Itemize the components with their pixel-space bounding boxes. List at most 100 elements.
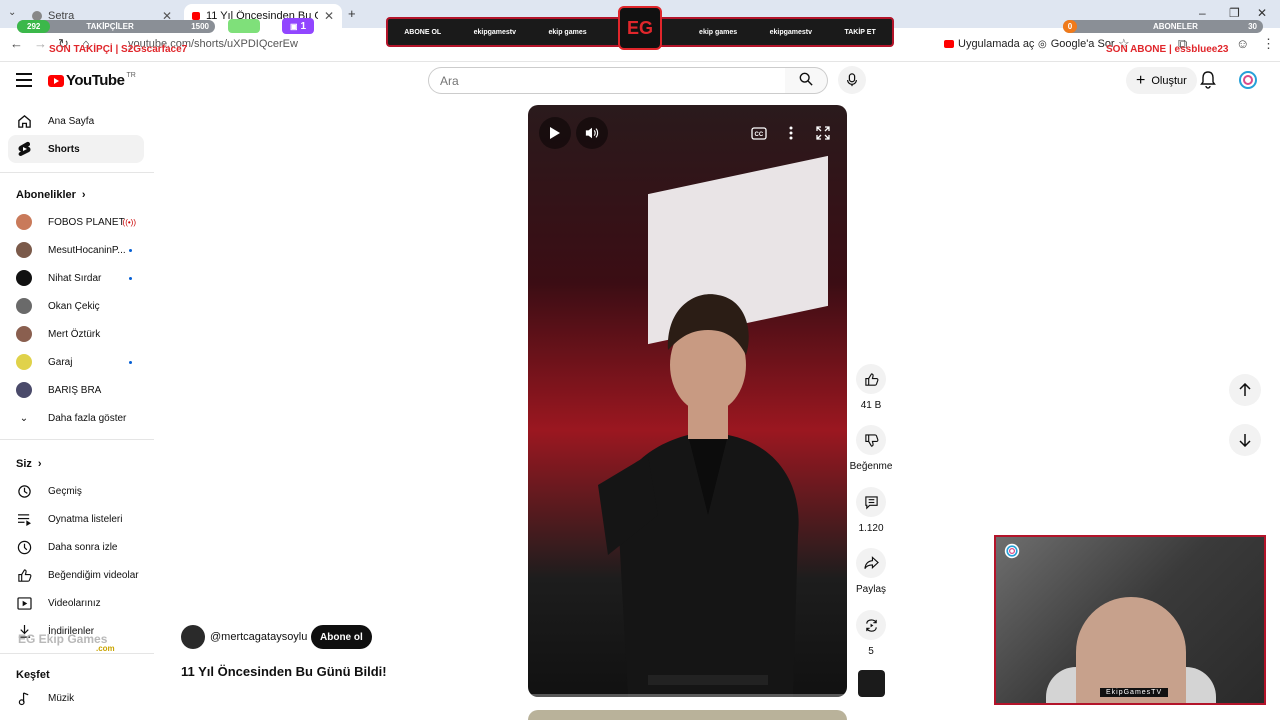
- previous-short-button[interactable]: [1229, 374, 1261, 406]
- sidebar-item-subscription[interactable]: Mert Öztürk: [8, 320, 144, 348]
- back-icon[interactable]: ←: [10, 36, 23, 51]
- create-button[interactable]: + Oluştur: [1126, 67, 1197, 94]
- subscribe-button[interactable]: Abone ol: [311, 625, 372, 649]
- like-button[interactable]: 41 B: [851, 364, 891, 411]
- play-button[interactable]: [539, 117, 571, 149]
- like-circle: [856, 364, 886, 394]
- channel-avatar[interactable]: [181, 625, 205, 649]
- search-input[interactable]: [428, 67, 786, 94]
- subs-current: 0: [1063, 20, 1077, 33]
- sidebar-item-music[interactable]: Müzik: [8, 684, 144, 712]
- more-vert-icon: [789, 126, 793, 140]
- subs-goal-bar: 0 ABONELER 30: [1063, 20, 1263, 33]
- youtube-logo[interactable]: YouTube TR: [48, 72, 136, 89]
- chat-badge: [228, 19, 260, 33]
- profile-icon[interactable]: ☺: [1236, 36, 1249, 51]
- hamburger-menu-icon[interactable]: [16, 73, 32, 87]
- next-short-preview[interactable]: [528, 710, 847, 720]
- chevron-down-icon: ⌄: [19, 412, 29, 424]
- home-icon: [16, 113, 32, 129]
- sound-source-thumbnail[interactable]: [858, 670, 885, 697]
- new-tab-icon[interactable]: +: [348, 6, 356, 21]
- forward-icon[interactable]: →: [34, 36, 47, 51]
- last-follower: SON TAKİPÇİ | S2Gscarface7: [49, 44, 188, 55]
- webcam-channel-label: EkipGamesTV: [1100, 688, 1169, 697]
- subscriptions-header[interactable]: Abonelikler ›: [16, 189, 86, 201]
- sidebar-item-history[interactable]: Geçmiş: [8, 477, 144, 505]
- remix-icon: [865, 618, 877, 632]
- section-title: Keşfet: [16, 669, 50, 681]
- next-short-button[interactable]: [1229, 424, 1261, 456]
- search-icon: [799, 72, 813, 86]
- show-more-label: Daha fazla göster: [48, 412, 127, 424]
- restore-icon[interactable]: ❐: [1229, 6, 1240, 20]
- site-watermark: EG Ekip Games .com: [18, 632, 115, 653]
- new-content-dot: [129, 248, 132, 252]
- like-count: 41 B: [860, 400, 882, 411]
- sidebar-item-shorts[interactable]: Shorts: [8, 135, 144, 163]
- sidebar-item-subscription[interactable]: BARIŞ BRA: [8, 376, 144, 404]
- volume-icon: [585, 127, 599, 139]
- captions-button[interactable]: CC: [750, 125, 768, 141]
- sidebar-item-label: Nihat Sırdar: [48, 272, 102, 284]
- open-in-app-button[interactable]: Uygulamada aç: [944, 38, 1034, 50]
- sidebar-item-subscription[interactable]: Nihat Sırdar: [8, 264, 144, 292]
- short-title[interactable]: 11 Yıl Öncesinden Bu Günü Bildi!: [181, 664, 387, 679]
- fullscreen-button[interactable]: [815, 125, 831, 141]
- dislike-button[interactable]: Beğenme: [846, 425, 896, 472]
- account-avatar-icon[interactable]: [1238, 70, 1258, 90]
- chevron-right-icon: ›: [37, 458, 42, 470]
- sidebar-item-subscription[interactable]: MesutHocaninP...: [8, 236, 144, 264]
- explore-header: Keşfet: [16, 669, 50, 681]
- short-video-player[interactable]: CC: [528, 105, 847, 697]
- like-icon: [16, 567, 32, 583]
- channel-avatar: [16, 382, 32, 398]
- sidebar-item-subscription[interactable]: Okan Çekiç: [8, 292, 144, 320]
- channel-avatar: [16, 242, 32, 258]
- sidebar: Ana Sayfa Shorts Abonelikler › FOBOS PLA…: [0, 106, 154, 720]
- share-button[interactable]: Paylaş: [851, 548, 891, 595]
- comments-button[interactable]: 1.120: [851, 487, 891, 534]
- logo-text: EG: [626, 17, 653, 38]
- close-window-icon[interactable]: ✕: [1257, 6, 1267, 20]
- arrow-down-icon: [1239, 434, 1251, 447]
- country-code: TR: [126, 72, 136, 79]
- live-icon: ((•)): [122, 217, 136, 227]
- voice-search-button[interactable]: [838, 66, 866, 94]
- sidebar-item-label: Oynatma listeleri: [48, 513, 123, 525]
- youtube-wordmark: YouTube: [66, 72, 125, 89]
- more-options-button[interactable]: [783, 125, 799, 141]
- sidebar-item-liked-videos[interactable]: Beğendiğim videolar: [8, 561, 144, 589]
- streamer-webcam: [994, 535, 1266, 705]
- sidebar-item-subscription[interactable]: FOBOS PLANET ((•)): [8, 208, 144, 236]
- channel-avatar: [16, 354, 32, 370]
- you-header[interactable]: Siz ›: [16, 458, 42, 470]
- banner-item: ekipgamestv: [473, 28, 517, 36]
- browser-menu-icon[interactable]: ⋮: [1262, 36, 1275, 52]
- minimize-icon[interactable]: –: [1199, 6, 1206, 20]
- remix-button[interactable]: 5: [851, 610, 891, 657]
- tab-search-chevron-icon[interactable]: ⌄: [8, 7, 16, 18]
- sidebar-item-watch-later[interactable]: Daha sonra izle: [8, 533, 144, 561]
- video-frame-person: [598, 294, 799, 697]
- watermark-text: EG Ekip Games: [18, 632, 108, 646]
- sidebar-item-subscription[interactable]: Garaj: [8, 348, 144, 376]
- ask-google-button[interactable]: ◎ Google'a Sor: [1038, 38, 1115, 50]
- followers-current: 292: [17, 20, 51, 33]
- channel-avatar: [16, 270, 32, 286]
- video-progress-bar[interactable]: [528, 694, 847, 697]
- channel-name[interactable]: @mertcagataysoylu: [210, 631, 307, 643]
- show-more-button[interactable]: ⌄ Daha fazla göster: [8, 404, 144, 432]
- divider: [0, 653, 154, 654]
- sidebar-item-label: Shorts: [48, 143, 80, 155]
- volume-button[interactable]: [576, 117, 608, 149]
- sidebar-item-playlists[interactable]: Oynatma listeleri: [8, 505, 144, 533]
- sidebar-item-label: Mert Öztürk: [48, 328, 101, 340]
- notifications-bell-icon[interactable]: [1200, 71, 1216, 89]
- channel-avatar: [16, 298, 32, 314]
- close-tab-icon[interactable]: ✕: [324, 9, 334, 23]
- sidebar-item-your-videos[interactable]: Videolarınız: [8, 589, 144, 617]
- sidebar-item-home[interactable]: Ana Sayfa: [8, 107, 144, 135]
- playlist-icon: [16, 511, 32, 527]
- search-button[interactable]: [785, 67, 828, 94]
